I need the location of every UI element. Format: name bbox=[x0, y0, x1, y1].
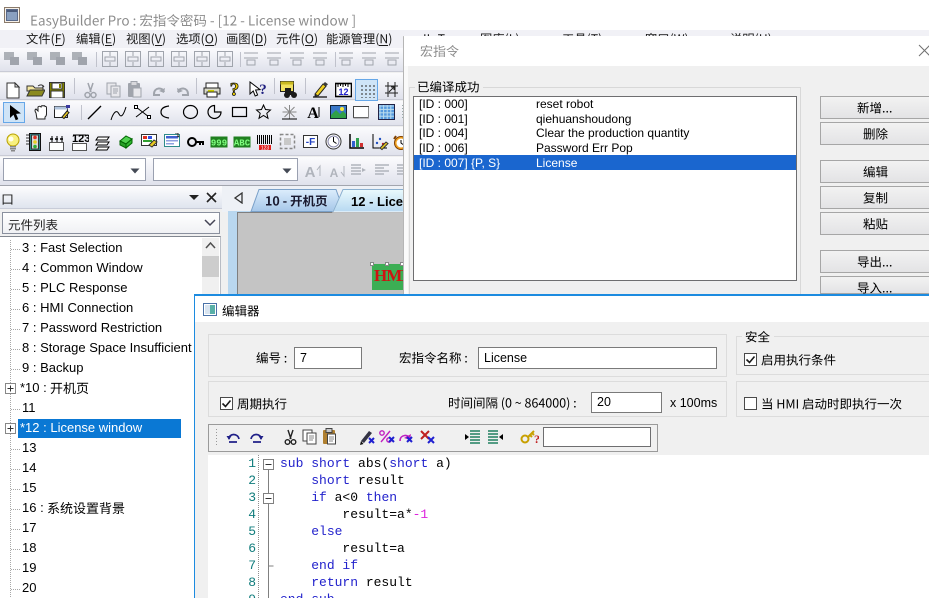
svg-text:999: 999 bbox=[211, 139, 227, 149]
svg-text:-F: -F bbox=[306, 137, 315, 148]
svg-text:A: A bbox=[307, 105, 319, 121]
svg-text:A: A bbox=[305, 164, 316, 179]
svg-text:123: 123 bbox=[261, 146, 270, 152]
svg-text:A: A bbox=[330, 166, 339, 179]
svg-text:ABC: ABC bbox=[234, 139, 251, 149]
svg-text:12: 12 bbox=[338, 87, 348, 97]
svg-text:?: ? bbox=[534, 432, 539, 445]
svg-text:?: ? bbox=[259, 82, 267, 98]
svg-text:?: ? bbox=[230, 80, 240, 99]
